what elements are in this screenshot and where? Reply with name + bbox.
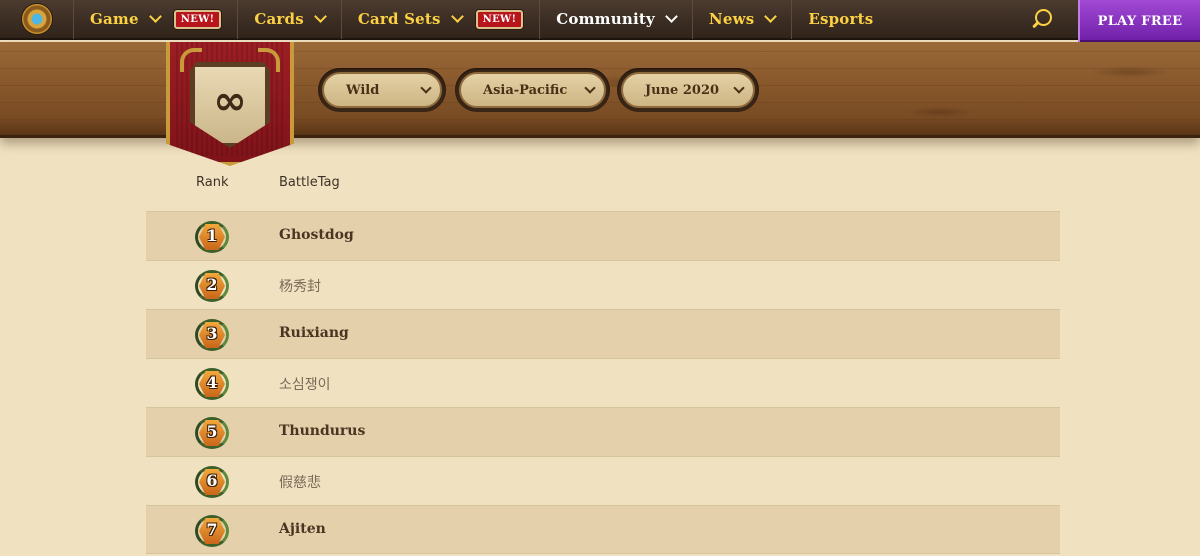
chevron-down-icon <box>665 9 678 23</box>
play-free-button[interactable]: PLAY FREE <box>1078 0 1200 43</box>
rank-badge-icon: 1 <box>195 221 229 253</box>
rank-column-header: Rank <box>196 175 229 190</box>
infinity-icon: ∞ <box>213 78 247 124</box>
table-row[interactable]: 5 Thundurus <box>146 407 1060 456</box>
format-select-value: Wild <box>346 82 380 98</box>
rank-number: 3 <box>206 324 218 343</box>
rank-badge-icon: 3 <box>195 319 229 351</box>
battletag: Ajiten <box>279 521 326 537</box>
chevron-down-icon <box>764 9 778 23</box>
season-select[interactable]: June 2020 <box>617 68 759 112</box>
rank-badge-icon: 7 <box>195 515 229 547</box>
nav-esports[interactable]: Esports <box>792 0 889 39</box>
rank-number: 2 <box>206 275 218 294</box>
rank-badge-icon: 2 <box>195 270 229 302</box>
chevron-down-icon <box>584 81 596 94</box>
rank-number: 5 <box>206 422 218 441</box>
rank-badge-icon: 4 <box>195 368 229 400</box>
nav-community-label: Community <box>556 10 655 28</box>
nav-cards[interactable]: Cards <box>238 0 342 39</box>
rank-badge-icon: 6 <box>195 466 229 498</box>
hearthstone-logo-icon <box>21 4 52 34</box>
nav-card-sets[interactable]: Card Sets NEW! <box>342 0 541 39</box>
battletag: 假慈悲 <box>279 475 321 491</box>
table-row[interactable]: 7 Ajiten <box>146 505 1060 554</box>
nav-news-label: News <box>708 10 755 28</box>
region-select-field: Asia-Pacific <box>459 72 606 108</box>
rank-number: 7 <box>206 520 218 539</box>
format-select-field: Wild <box>322 72 442 108</box>
chevron-down-icon <box>313 9 327 23</box>
rank-number: 4 <box>206 373 218 392</box>
search-button[interactable] <box>1004 0 1078 39</box>
rank-number: 6 <box>206 471 218 490</box>
nav-game-label: Game <box>90 10 139 28</box>
chevron-down-icon <box>733 81 745 94</box>
rank-badge-icon: 5 <box>195 417 229 449</box>
nav-esports-label: Esports <box>808 10 874 28</box>
battletag-column-header: BattleTag <box>279 175 340 190</box>
chevron-down-icon <box>450 9 464 23</box>
nav-cards-label: Cards <box>254 10 304 28</box>
chevron-down-icon <box>420 81 432 94</box>
table-row[interactable]: 3 Ruixiang <box>146 309 1060 358</box>
logo-link[interactable] <box>0 0 74 39</box>
top-navigation: Game NEW! Cards Card Sets NEW! Community… <box>0 0 1200 43</box>
nav-community[interactable]: Community <box>540 0 693 39</box>
battletag: 杨秀封 <box>279 279 321 295</box>
battletag: Thundurus <box>279 423 366 439</box>
new-badge: NEW! <box>475 9 524 29</box>
table-row[interactable]: 1 Ghostdog <box>146 211 1060 260</box>
search-icon <box>1031 9 1052 29</box>
season-select-value: June 2020 <box>645 82 720 98</box>
new-badge: NEW! <box>173 9 222 29</box>
rank-number: 1 <box>206 226 218 245</box>
nav-game[interactable]: Game NEW! <box>74 0 239 39</box>
leaderboard-table: 1 Ghostdog 2 杨秀封 3 Ruixiang 4 소심쟁이 5 Thu… <box>146 211 1060 554</box>
table-row[interactable]: 4 소심쟁이 <box>146 358 1060 407</box>
battletag: 소심쟁이 <box>279 377 331 393</box>
battletag: Ghostdog <box>279 227 354 243</box>
battletag: Ruixiang <box>279 325 349 341</box>
table-row[interactable]: 6 假慈悲 <box>146 456 1060 505</box>
season-select-field: June 2020 <box>621 72 755 108</box>
region-select-value: Asia-Pacific <box>483 82 568 98</box>
nav-news[interactable]: News <box>693 0 793 39</box>
nav-card-sets-label: Card Sets <box>357 10 441 28</box>
chevron-down-icon <box>148 9 162 23</box>
region-select[interactable]: Asia-Pacific <box>455 68 610 112</box>
format-select[interactable]: Wild <box>318 68 446 112</box>
table-row[interactable]: 2 杨秀封 <box>146 260 1060 309</box>
